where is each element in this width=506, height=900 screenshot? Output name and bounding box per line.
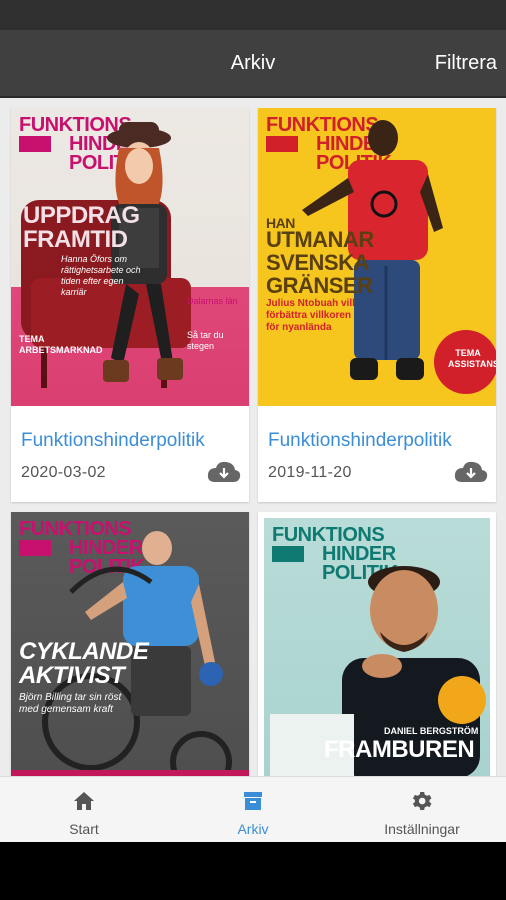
filter-button[interactable]: Filtrera	[435, 52, 497, 75]
issue-cover[interactable]: FUNKTIONS HINDER POLITIK FRAMBUREN DANIE…	[264, 518, 490, 776]
issue-date: 2020-03-02	[21, 464, 106, 481]
issue-title[interactable]: Funktionshinderpolitik	[268, 430, 452, 452]
cover-headline: CYKLANDE AKTIVIST	[19, 638, 149, 689]
nav-label: Arkiv	[237, 821, 269, 837]
nav-item-arkiv[interactable]: Arkiv	[168, 777, 338, 843]
home-icon	[74, 792, 94, 810]
nav-item-start[interactable]: Start	[0, 777, 168, 843]
issue-title[interactable]: Funktionshinderpolitik	[21, 430, 205, 452]
issue-card[interactable]: FUNKTIONS HINDER POLITIK FRAMBUREN DANIE…	[258, 512, 496, 776]
cover-teaser: Hanna Öfors om rättighetsarbete och tide…	[61, 254, 141, 297]
app-bar: Arkiv Filtrera	[0, 30, 506, 98]
issue-card[interactable]: FUNKTIONS HINDER POLITIK UPPDRAG FRAMTID…	[11, 108, 249, 502]
cover-headline: UTMANAR SVENSKA GRÄNSER	[266, 227, 374, 298]
issue-date: 2019-11-20	[268, 464, 352, 481]
issue-card[interactable]: FUNKTIONS HINDER POLITIK CYKLANDE AKTIVI…	[11, 512, 249, 776]
cover-teaser: Björn Billing tar sin röst med gemensam …	[19, 692, 122, 715]
cover-headline: FRAMBUREN	[324, 736, 475, 763]
nav-item-installningar[interactable]: Inställningar	[338, 777, 506, 843]
download-icon[interactable]	[207, 460, 241, 484]
bottom-navigation: Start Arkiv Inställningar	[0, 776, 506, 842]
issue-cover[interactable]: FUNKTIONS HINDER POLITIK UPPDRAG FRAMTID…	[11, 108, 249, 406]
cover-headline: UPPDRAG FRAMTID	[23, 202, 140, 253]
archive-grid: FUNKTIONS HINDER POLITIK UPPDRAG FRAMTID…	[0, 98, 506, 776]
cover-badge: TEMA ASSISTANS	[448, 348, 496, 369]
cover-side-text: Dalarnas län	[187, 296, 238, 306]
cover-name: DANIEL BERGSTRÖM	[384, 726, 479, 736]
cover-teaser: Julius Ntobuah vill förbättra villkoren …	[266, 298, 355, 333]
archive-icon	[244, 792, 262, 810]
cover-side-text: Så tar du stegen	[187, 330, 224, 351]
system-navigation-bar	[0, 842, 506, 900]
gear-icon	[412, 792, 432, 810]
status-bar	[0, 0, 506, 30]
cover-side-text: TEMA ARBETSMARKNAD	[19, 334, 103, 355]
nav-label: Inställningar	[384, 821, 460, 837]
issue-cover[interactable]: FUNKTIONS HINDER POLITIK CYKLANDE AKTIVI…	[11, 512, 249, 776]
download-icon[interactable]	[454, 460, 488, 484]
nav-label: Start	[69, 821, 99, 837]
page-title: Arkiv	[230, 52, 276, 74]
issue-card[interactable]: FUNKTIONS HINDER POLITIK HAN	[258, 108, 496, 502]
issue-cover[interactable]: FUNKTIONS HINDER POLITIK HAN	[258, 108, 496, 406]
